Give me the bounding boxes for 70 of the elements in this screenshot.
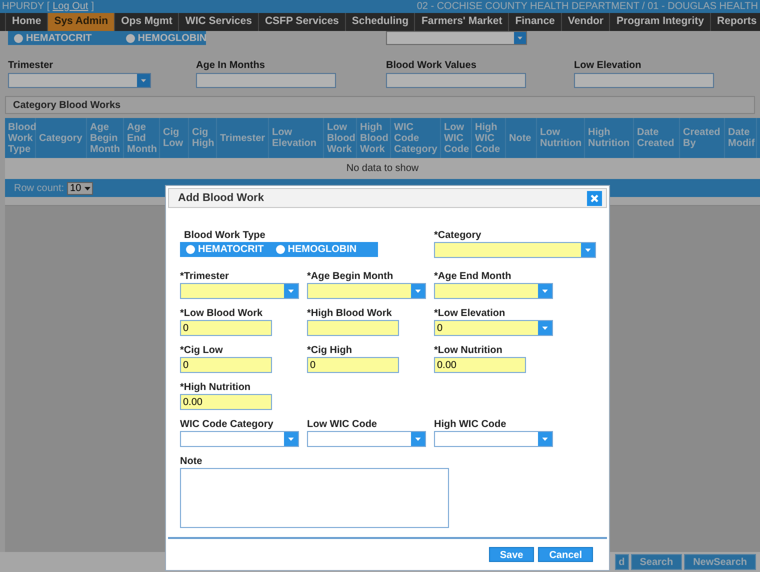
dialog-title: Add Blood Work xyxy=(178,190,264,206)
field-label: *Age End Month xyxy=(434,271,512,283)
field-label: *Low Elevation xyxy=(434,308,506,320)
input-field[interactable] xyxy=(386,73,526,88)
radio-icon[interactable] xyxy=(276,245,285,254)
dropdown-field[interactable] xyxy=(434,242,596,258)
radio-option[interactable]: HEMATOCRIT xyxy=(8,30,98,46)
radio-option[interactable]: HEMATOCRIT xyxy=(180,242,270,257)
radio-icon[interactable] xyxy=(186,245,195,254)
input-field[interactable]: 0 xyxy=(307,357,399,373)
empty-message: No data to show xyxy=(346,162,419,176)
nav-tab[interactable]: Reports xyxy=(710,13,760,31)
dropdown-field[interactable] xyxy=(307,283,426,299)
row-count-label: Row count: xyxy=(14,182,64,196)
dialog-button[interactable]: Save xyxy=(488,547,534,562)
dropdown-field[interactable] xyxy=(180,431,299,447)
input-field[interactable]: 0 xyxy=(180,357,272,373)
radio-icon[interactable] xyxy=(126,34,135,42)
field-label: *Trimester xyxy=(180,271,230,283)
dropdown-field[interactable] xyxy=(434,431,553,447)
field-label: WIC Code Category xyxy=(180,419,274,431)
field-label: *High Nutrition xyxy=(180,382,252,394)
radio-icon[interactable] xyxy=(14,34,23,42)
input-field[interactable] xyxy=(307,320,399,336)
dropdown-field[interactable]: 0 xyxy=(434,320,553,336)
field-label: High WIC Code xyxy=(434,419,508,431)
action-button[interactable]: Search xyxy=(630,554,682,570)
radio-option[interactable]: HEMOGLOBIN xyxy=(270,242,363,257)
panel-title: Category Blood Works xyxy=(13,98,121,112)
dropdown-field[interactable] xyxy=(386,31,527,45)
dropdown-field[interactable] xyxy=(307,431,426,447)
input-field[interactable]: 0.00 xyxy=(180,394,272,410)
field-label: *Low Nutrition xyxy=(434,345,504,357)
dropdown-field[interactable] xyxy=(434,283,553,299)
user-name: HPURDY [ xyxy=(2,2,50,12)
radio-option[interactable]: HEMOGLOBIN xyxy=(120,30,213,46)
field-label: Note xyxy=(180,456,204,468)
input-field[interactable]: 0 xyxy=(180,320,272,336)
action-button[interactable]: NewSearch xyxy=(684,554,756,570)
bracket-text: ] xyxy=(91,2,94,12)
field-label: Blood Work Type xyxy=(184,230,266,242)
filter-label: Low Elevation xyxy=(574,60,642,72)
field-label: *Category xyxy=(434,230,482,242)
field-label: *Cig High xyxy=(307,345,353,357)
logout-link[interactable]: Log Out xyxy=(52,2,88,12)
field-label: Low WIC Code xyxy=(307,419,378,431)
dropdown-field[interactable] xyxy=(8,73,151,88)
note-textarea[interactable] xyxy=(180,468,449,528)
dropdown-field[interactable] xyxy=(180,283,299,299)
filter-label: Blood Work Values xyxy=(386,60,478,72)
field-label: *Cig Low xyxy=(180,345,224,357)
dialog-button[interactable]: Cancel xyxy=(538,547,593,562)
agency-name: 02 - COCHISE COUNTY HEALTH DEPARTMENT / 01 - DOUGLAS HEALTH xyxy=(416,2,758,12)
input-field[interactable] xyxy=(574,73,714,88)
action-button[interactable]: d xyxy=(614,554,629,570)
filter-label: Age In Months xyxy=(196,60,266,72)
close-button[interactable] xyxy=(587,190,602,206)
close-icon[interactable] xyxy=(590,194,599,202)
row-count-select[interactable]: 10 xyxy=(67,182,94,194)
nav-tab[interactable]: CSFP Services xyxy=(258,13,345,31)
input-field[interactable]: 0.00 xyxy=(434,357,526,373)
nav-tab[interactable]: Sys Admin xyxy=(47,13,114,31)
field-label: *High Blood Work xyxy=(307,308,393,320)
field-label: *Low Blood Work xyxy=(180,308,264,320)
nav-tab[interactable]: Program Integrity xyxy=(609,13,710,31)
field-label: *Age Begin Month xyxy=(307,271,394,283)
input-field[interactable] xyxy=(196,73,336,88)
nav-tab[interactable]: Vendor xyxy=(560,13,610,31)
filter-label: Trimester xyxy=(8,60,54,72)
field-value: 0 xyxy=(437,322,443,336)
